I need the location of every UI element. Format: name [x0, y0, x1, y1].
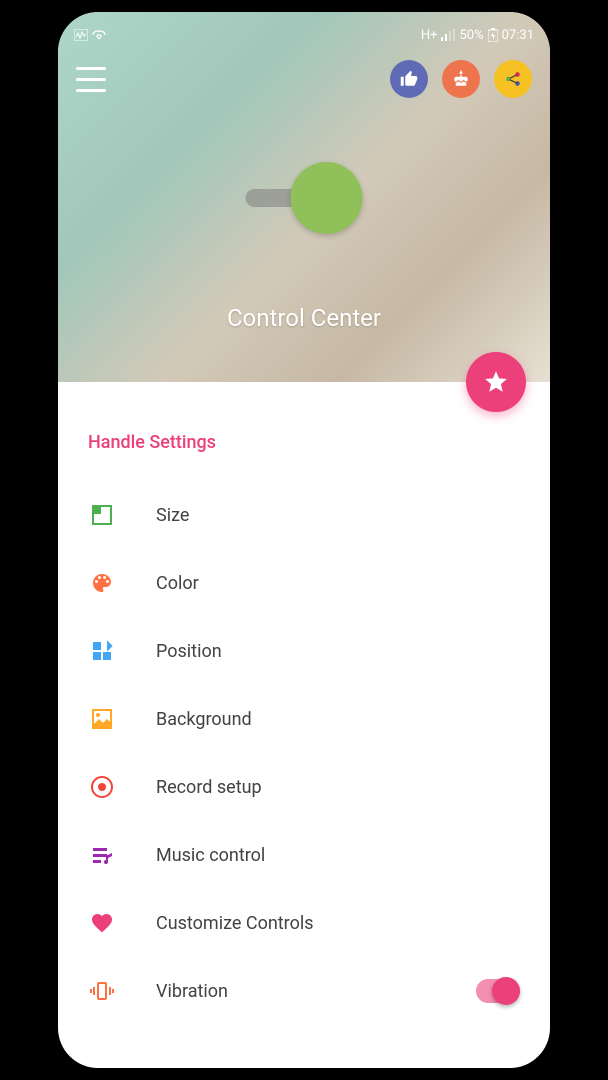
toggle-knob	[291, 162, 363, 234]
like-button[interactable]	[390, 60, 428, 98]
battery-icon	[488, 28, 498, 42]
share-button[interactable]	[494, 60, 532, 98]
header-actions	[390, 60, 532, 98]
main-toggle[interactable]	[246, 162, 363, 234]
setting-row-customize[interactable]: Customize Controls	[82, 889, 526, 957]
record-icon	[88, 773, 116, 801]
size-icon	[88, 501, 116, 529]
vibration-toggle[interactable]	[476, 979, 520, 1003]
vibration-icon	[88, 977, 116, 1005]
settings-content: Handle Settings Size Color Position	[58, 382, 550, 1025]
music-icon	[88, 841, 116, 869]
status-left-icons	[74, 29, 106, 41]
setting-label: Customize Controls	[156, 913, 520, 934]
image-icon	[88, 705, 116, 733]
setting-label: Music control	[156, 845, 520, 866]
screen: H+ 50% 07:31	[58, 12, 550, 1068]
setting-row-background[interactable]: Background	[82, 685, 526, 753]
phone-frame: H+ 50% 07:31	[46, 0, 562, 1080]
setting-label: Record setup	[156, 777, 520, 798]
battery-percent: 50%	[459, 28, 483, 43]
setting-row-color[interactable]: Color	[82, 549, 526, 617]
wifi-icon	[92, 29, 106, 41]
header-area: Control Center	[58, 12, 550, 382]
activity-icon	[74, 29, 88, 41]
share-icon	[504, 70, 522, 88]
favorite-fab[interactable]	[466, 352, 526, 412]
setting-label: Background	[156, 709, 520, 730]
setting-row-music[interactable]: Music control	[82, 821, 526, 889]
signal-icon	[441, 29, 455, 41]
setting-label: Color	[156, 573, 520, 594]
header-toolbar	[58, 60, 550, 98]
heart-icon	[88, 909, 116, 937]
setting-label: Position	[156, 641, 520, 662]
thumb-up-icon	[400, 70, 418, 88]
setting-row-position[interactable]: Position	[82, 617, 526, 685]
cake-icon	[452, 70, 470, 88]
page-title: Control Center	[58, 304, 550, 332]
setting-row-record[interactable]: Record setup	[82, 753, 526, 821]
setting-row-vibration[interactable]: Vibration	[82, 957, 526, 1025]
gift-button[interactable]	[442, 60, 480, 98]
clock: 07:31	[502, 28, 534, 43]
position-icon	[88, 637, 116, 665]
status-right: H+ 50% 07:31	[421, 28, 534, 43]
section-title: Handle Settings	[82, 432, 526, 453]
setting-row-size[interactable]: Size	[82, 481, 526, 549]
palette-icon	[88, 569, 116, 597]
menu-button[interactable]	[76, 67, 106, 92]
star-icon	[483, 369, 509, 395]
network-type: H+	[421, 28, 438, 43]
status-bar: H+ 50% 07:31	[58, 20, 550, 50]
setting-label: Vibration	[156, 981, 476, 1002]
setting-label: Size	[156, 505, 520, 526]
